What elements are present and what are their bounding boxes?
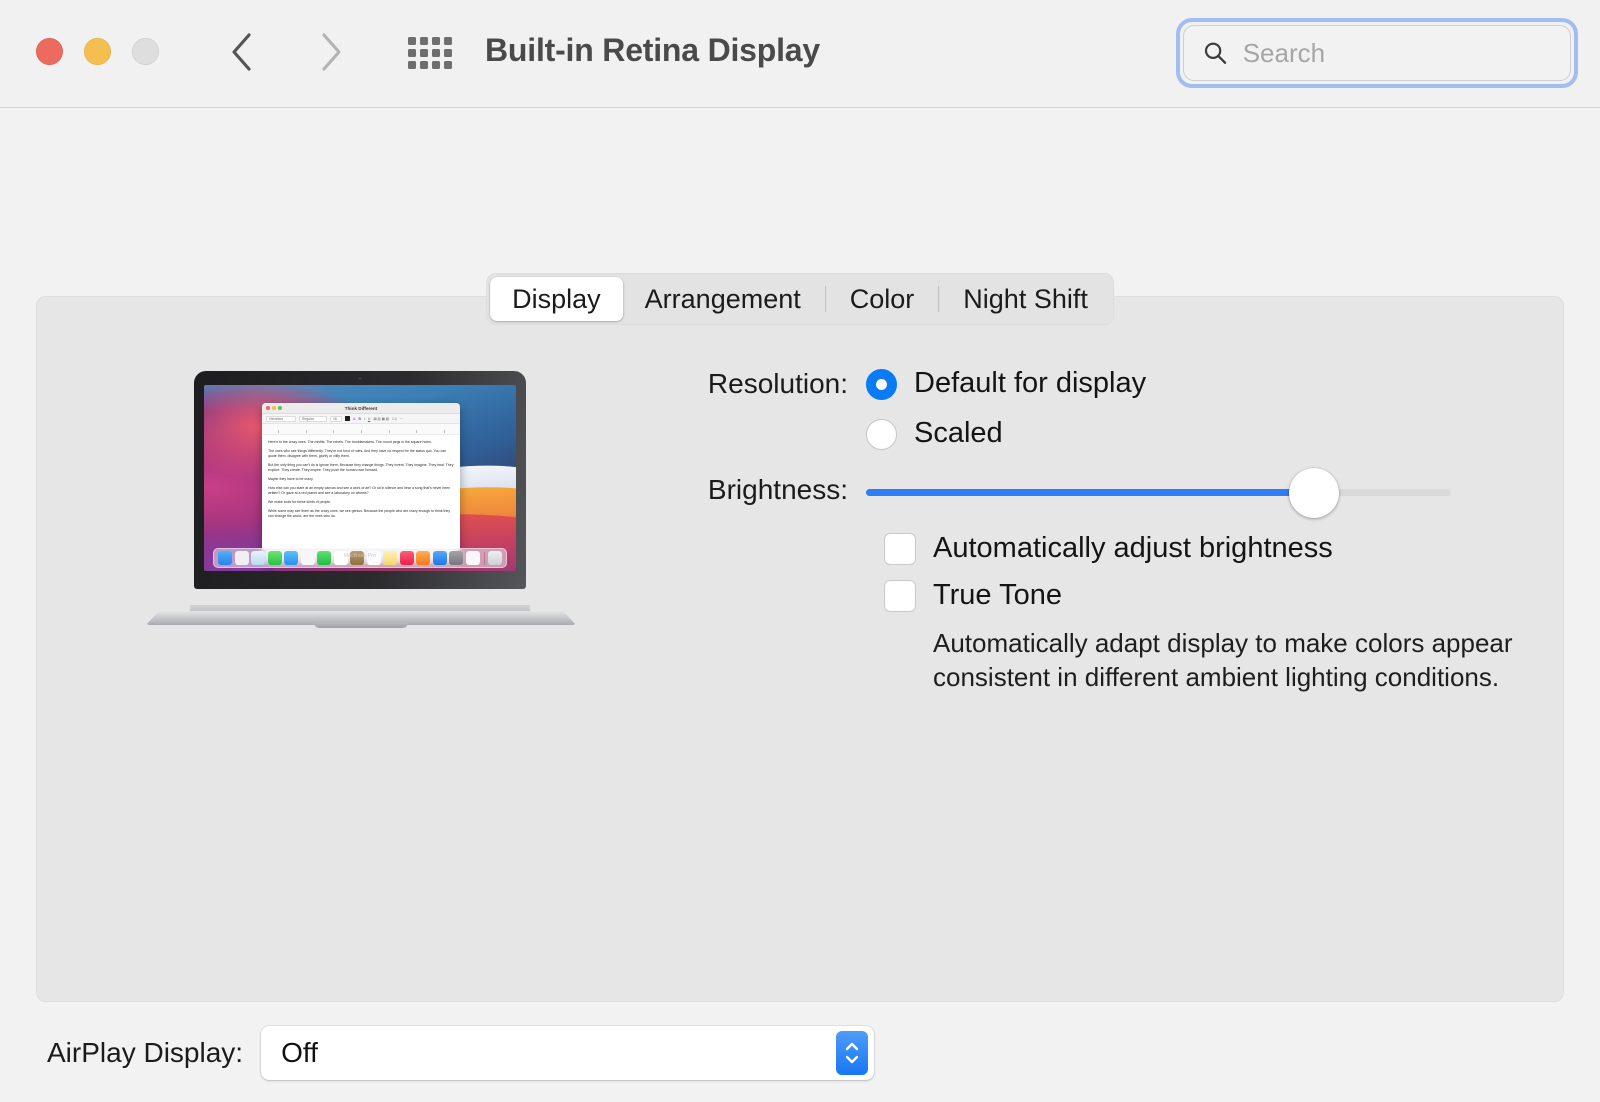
- tab-bar: Display Arrangement Color Night Shift: [486, 273, 1114, 325]
- checkbox-true-tone[interactable]: True Tone: [884, 579, 1534, 612]
- document-paragraph: Maybe they have to be crazy.: [268, 477, 314, 481]
- font-style-field: Regular: [299, 415, 327, 422]
- preferences-body: Display Arrangement Color Night Shift Th…: [0, 108, 1600, 1102]
- brightness-row: Brightness:: [684, 468, 1534, 524]
- document-paragraph: How else can you stare at an empty canva…: [268, 486, 451, 495]
- back-button[interactable]: [216, 26, 268, 78]
- checkbox-icon-unchecked[interactable]: [884, 532, 916, 565]
- mail-icon: [284, 551, 298, 565]
- tab-night-shift[interactable]: Night Shift: [941, 277, 1110, 321]
- appstore-icon: [432, 551, 447, 565]
- tab-display[interactable]: Display: [490, 277, 623, 321]
- textedit-toolbar: Helvetica Regular 18 A BIU ▤ ▥ ▦ ▧ 1.0 ⋯: [262, 414, 460, 424]
- chevron-up-icon: [845, 1042, 859, 1051]
- checkbox-label: Automatically adjust brightness: [933, 532, 1333, 564]
- facetime-icon: [317, 551, 331, 565]
- airplay-display-row: AirPlay Display: Off: [47, 1026, 875, 1080]
- airplay-display-popup[interactable]: Off: [261, 1026, 875, 1080]
- checkbox-icon-unchecked[interactable]: [884, 579, 916, 612]
- show-all-grid-icon[interactable]: [402, 33, 458, 73]
- close-button[interactable]: [36, 38, 63, 65]
- search-field-inner[interactable]: [1183, 25, 1571, 81]
- radio-label: Default for display: [914, 366, 1147, 399]
- photos-icon: [300, 551, 315, 565]
- search-icon: [1204, 42, 1227, 64]
- books-icon: [416, 551, 430, 565]
- textedit-ruler: [262, 424, 460, 435]
- macbook-base: [146, 601, 576, 631]
- brightness-label: Brightness:: [707, 474, 848, 505]
- popup-stepper-chevrons[interactable]: [836, 1031, 869, 1075]
- airplay-display-value: Off: [281, 1037, 318, 1068]
- checkbox-auto-brightness[interactable]: Automatically adjust brightness: [884, 532, 1534, 565]
- safari-icon: [251, 551, 265, 565]
- macbook-screen: Think Different Helvetica Regular 18 A B…: [204, 385, 516, 571]
- textedit-document-body: Here's to the crazy ones. The misfits. T…: [262, 435, 460, 528]
- notes-icon: [383, 551, 397, 565]
- macbook-lid: Think Different Helvetica Regular 18 A B…: [194, 371, 526, 589]
- document-paragraph: But the only thing you can't do is ignor…: [268, 463, 454, 472]
- textedit-titlebar: Think Different: [262, 403, 460, 414]
- textedit-icon: [465, 551, 480, 565]
- document-paragraph: While some may see them as the crazy one…: [268, 509, 451, 518]
- dock-separator: [483, 551, 484, 565]
- true-tone-description: Automatically adapt display to make colo…: [933, 628, 1513, 692]
- radio-icon-unselected[interactable]: [866, 419, 897, 450]
- tab-color[interactable]: Color: [828, 277, 937, 321]
- radio-scaled[interactable]: Scaled: [866, 416, 1146, 450]
- resolution-label: Resolution:: [707, 368, 848, 399]
- traffic-lights: [36, 38, 159, 65]
- font-size-field: 18: [330, 415, 342, 422]
- brightness-slider[interactable]: [866, 468, 1451, 524]
- radio-icon-selected[interactable]: [866, 369, 897, 400]
- launchpad-icon: [234, 551, 249, 565]
- checkbox-label: True Tone: [933, 579, 1062, 611]
- text-color-swatch: [345, 416, 350, 421]
- finder-icon: [218, 551, 232, 565]
- radio-label: Scaled: [914, 416, 1003, 449]
- page-title: Built-in Retina Display: [485, 32, 820, 68]
- trash-icon: [488, 551, 502, 565]
- resolution-row: Resolution: Default for display Scaled: [684, 366, 1534, 466]
- minimize-button[interactable]: [84, 38, 111, 65]
- back-chevron-icon: [232, 33, 251, 71]
- search-field[interactable]: [1176, 18, 1578, 88]
- zoom-button: [132, 38, 159, 65]
- music-icon: [399, 551, 414, 565]
- slider-fill: [866, 489, 1314, 496]
- macbook-illustration: Think Different Helvetica Regular 18 A B…: [146, 371, 576, 631]
- document-paragraph: Here's to the crazy ones. The misfits. T…: [268, 440, 432, 444]
- tab-separator: [938, 286, 940, 312]
- camera-icon: [358, 377, 362, 380]
- system-preferences-icon: [449, 551, 463, 565]
- macbook-model-label: MacBook Pro: [343, 553, 377, 559]
- slider-thumb[interactable]: [1288, 468, 1339, 518]
- radio-default-for-display[interactable]: Default for display: [866, 366, 1146, 400]
- textedit-window: Think Different Helvetica Regular 18 A B…: [262, 403, 460, 563]
- textedit-title: Think Different: [344, 405, 378, 411]
- window-titlebar: Built-in Retina Display: [0, 0, 1600, 108]
- font-name-field: Helvetica: [266, 415, 296, 422]
- display-controls: Resolution: Default for display Scaled B…: [684, 366, 1534, 694]
- resolution-options: Default for display Scaled: [866, 366, 1146, 466]
- document-paragraph: We make tools for these kinds of people.: [268, 500, 332, 504]
- airplay-display-label: AirPlay Display:: [47, 1037, 244, 1068]
- forward-button[interactable]: [305, 26, 357, 78]
- messages-icon: [267, 551, 282, 565]
- tab-arrangement[interactable]: Arrangement: [623, 277, 823, 321]
- document-paragraph: The ones who see things differently. The…: [268, 449, 447, 458]
- display-options: Automatically adjust brightness True Ton…: [866, 532, 1534, 694]
- tab-separator: [824, 286, 826, 312]
- display-settings-panel: Think Different Helvetica Regular 18 A B…: [36, 296, 1564, 1002]
- chevron-down-icon: [845, 1055, 859, 1064]
- search-input[interactable]: [1242, 37, 1570, 69]
- forward-chevron-icon: [322, 33, 341, 71]
